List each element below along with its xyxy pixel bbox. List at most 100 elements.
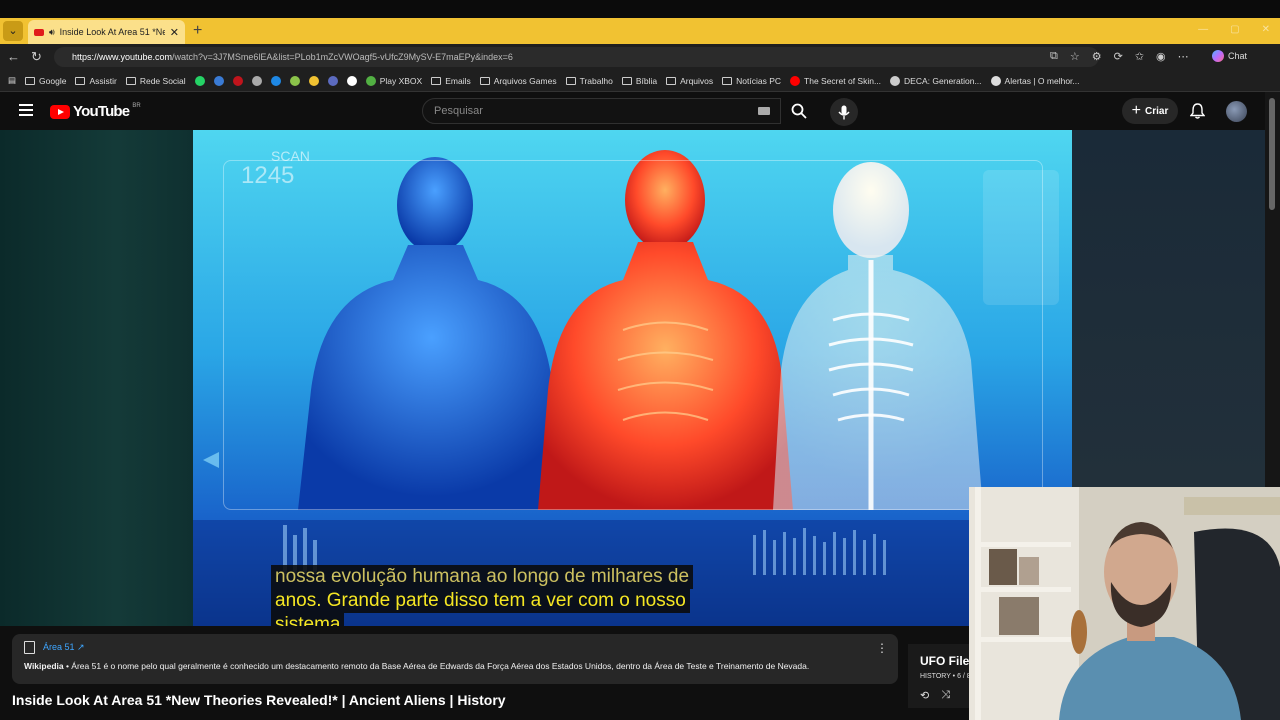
bookmark-icon-6[interactable] bbox=[251, 75, 262, 86]
bookmark-deca-generation[interactable]: DECA: Generation... bbox=[890, 75, 982, 86]
new-tab-button[interactable]: + bbox=[193, 22, 202, 40]
favorites-icon[interactable]: ✩ bbox=[1135, 50, 1144, 63]
close-tab-icon[interactable]: ✕ bbox=[170, 26, 179, 39]
app-icon bbox=[213, 75, 224, 86]
speaker-icon[interactable]: 🔊︎ bbox=[49, 27, 55, 38]
notifications-button[interactable] bbox=[1189, 103, 1206, 124]
youtube-favicon-icon bbox=[34, 28, 44, 36]
youtube-header: YouTube BR Pesquisar + Criar bbox=[0, 92, 1265, 130]
minimize-icon[interactable]: — bbox=[1198, 24, 1208, 35]
browser-address-bar: ← ↻ https://www.youtube.com/watch?v=3J7M… bbox=[0, 44, 1280, 70]
search-icon bbox=[791, 103, 807, 119]
info-panel-text: Wikipedia • Área 51 é o nome pelo qual g… bbox=[24, 661, 810, 671]
create-button[interactable]: + Criar bbox=[1122, 98, 1178, 124]
playlist-channel: HISTORY • 6 / 8 bbox=[920, 673, 971, 680]
menu-icon[interactable] bbox=[19, 104, 33, 116]
bookmark-icon-10[interactable] bbox=[327, 75, 338, 86]
sync-icon[interactable]: ⟳ bbox=[1114, 50, 1123, 63]
globe-icon bbox=[890, 75, 901, 86]
folder-icon bbox=[666, 76, 677, 85]
open-in-app-icon[interactable]: ⧉ bbox=[1050, 50, 1058, 63]
webcam-overlay bbox=[969, 487, 1280, 720]
info-panel-link[interactable]: Área 51 ↗ bbox=[43, 642, 85, 653]
avatar[interactable] bbox=[1226, 101, 1247, 122]
xbox-icon bbox=[365, 75, 376, 86]
info-panel-header: Área 51 ↗ bbox=[24, 641, 85, 654]
hud-side-panel bbox=[983, 170, 1059, 305]
shuffle-icon[interactable]: ⤨ bbox=[941, 689, 950, 702]
ambient-left bbox=[0, 130, 193, 626]
folder-icon bbox=[25, 76, 36, 85]
favorite-star-icon[interactable]: ☆ bbox=[1070, 50, 1080, 63]
loop-icon[interactable]: ⟲ bbox=[920, 689, 929, 702]
folder-icon bbox=[621, 76, 632, 85]
app-icon bbox=[232, 75, 243, 86]
bookmark-arquivos-games[interactable]: Arquivos Games bbox=[479, 76, 557, 86]
app-icon bbox=[346, 75, 357, 86]
microphone-icon bbox=[838, 105, 850, 119]
chat-button[interactable]: Chat bbox=[1212, 50, 1247, 62]
folder-icon bbox=[479, 76, 490, 85]
back-icon[interactable]: ← bbox=[7, 49, 20, 64]
bookmark-icon-8[interactable] bbox=[289, 75, 300, 86]
url-field[interactable]: https://www.youtube.com/watch?v=3J7MSme6… bbox=[54, 47, 1099, 67]
more-vert-icon[interactable]: ⋮ bbox=[876, 641, 888, 655]
bookmark-b-blia[interactable]: Bíblia bbox=[621, 76, 657, 86]
profile-icon[interactable]: ◉ bbox=[1156, 50, 1166, 63]
voice-search-button[interactable] bbox=[830, 98, 858, 126]
bookmark-icon-11[interactable] bbox=[346, 75, 357, 86]
app-icon bbox=[289, 75, 300, 86]
window-controls: — ▢ ✕ bbox=[1198, 24, 1270, 35]
bookmark-icon-4[interactable] bbox=[213, 75, 224, 86]
bookmark-alertas-o-melhor[interactable]: Alertas | O melhor... bbox=[990, 75, 1080, 86]
extensions-icon[interactable]: ⚙ bbox=[1092, 50, 1102, 63]
bell-icon bbox=[1189, 103, 1206, 119]
video-player[interactable]: SCAN 1245 nossa evolução humana ao longo… bbox=[193, 130, 1072, 626]
bookmark-arquivos[interactable]: Arquivos bbox=[666, 76, 713, 86]
tab-actions-menu-button[interactable]: ⌄ bbox=[3, 21, 23, 41]
bookmarks-menu-icon[interactable]: ▤ bbox=[8, 75, 16, 86]
whatsapp-icon bbox=[194, 75, 205, 86]
scrollbar-thumb[interactable] bbox=[1269, 98, 1275, 210]
tab-active[interactable]: 🔊︎ Inside Look At Area 51 *New ✕ bbox=[28, 20, 185, 44]
bookmark-google[interactable]: Google bbox=[25, 76, 66, 86]
external-link-icon: ↗ bbox=[77, 642, 85, 652]
playlist-title[interactable]: UFO Files bbox=[920, 654, 976, 668]
bookmarks-bar: ▤ Google Assistir Rede Social Play XBOX Emai… bbox=[0, 70, 1280, 92]
alert-icon bbox=[990, 75, 1001, 86]
bookmark-icon-9[interactable] bbox=[308, 75, 319, 86]
search-input[interactable]: Pesquisar bbox=[422, 98, 781, 124]
browser-tab-bar: ⌄ 🔊︎ Inside Look At Area 51 *New ✕ + — ▢… bbox=[0, 18, 1280, 44]
bookmark-the-secret-of-skin[interactable]: The Secret of Skin... bbox=[790, 75, 881, 86]
bookmark-icon-7[interactable] bbox=[270, 75, 281, 86]
folder-icon bbox=[722, 76, 733, 85]
restore-icon[interactable]: ▢ bbox=[1230, 24, 1239, 35]
bookmark-trabalho[interactable]: Trabalho bbox=[565, 76, 613, 86]
overlay-scan-number: 1245 bbox=[241, 162, 295, 189]
video-title: Inside Look At Area 51 *New Theories Rev… bbox=[12, 692, 506, 708]
bookmark-play-xbox[interactable]: Play XBOX bbox=[365, 75, 422, 86]
document-icon bbox=[24, 641, 35, 654]
bookmark-icon-5[interactable] bbox=[232, 75, 243, 86]
bookmark-not-cias-pc[interactable]: Notícias PC bbox=[722, 76, 781, 86]
close-window-icon[interactable]: ✕ bbox=[1262, 24, 1270, 35]
tab-title: Inside Look At Area 51 *New bbox=[59, 27, 165, 37]
reload-icon[interactable]: ↻ bbox=[31, 49, 42, 65]
subtitle-line-2: anos. Grande parte disso tem a ver com o… bbox=[271, 589, 690, 613]
search-button[interactable] bbox=[781, 98, 817, 124]
youtube-icon bbox=[790, 75, 801, 86]
more-icon[interactable]: ⋯ bbox=[1178, 50, 1189, 63]
bookmark-assistir[interactable]: Assistir bbox=[75, 76, 117, 86]
bookmark-rede-social[interactable]: Rede Social bbox=[125, 76, 186, 86]
youtube-logo[interactable]: YouTube BR bbox=[50, 103, 141, 120]
youtube-play-icon bbox=[50, 104, 70, 119]
playlist-panel: UFO Files HISTORY • 6 / 8 ⟲ ⤨ bbox=[908, 644, 976, 708]
keyboard-icon[interactable] bbox=[758, 107, 770, 115]
screen-top-strip bbox=[0, 0, 1280, 18]
bookmark-emails[interactable]: Emails bbox=[431, 76, 471, 86]
folder-icon bbox=[75, 76, 86, 85]
bookmark-icon-3[interactable] bbox=[194, 75, 205, 86]
app-icon bbox=[251, 75, 262, 86]
address-bar-icons: ⧉ ☆ ⚙ ⟳ ✩ ◉ ⋯ bbox=[1050, 50, 1189, 63]
info-panel: Área 51 ↗ ⋮ Wikipedia • Área 51 é o nome… bbox=[12, 634, 898, 684]
